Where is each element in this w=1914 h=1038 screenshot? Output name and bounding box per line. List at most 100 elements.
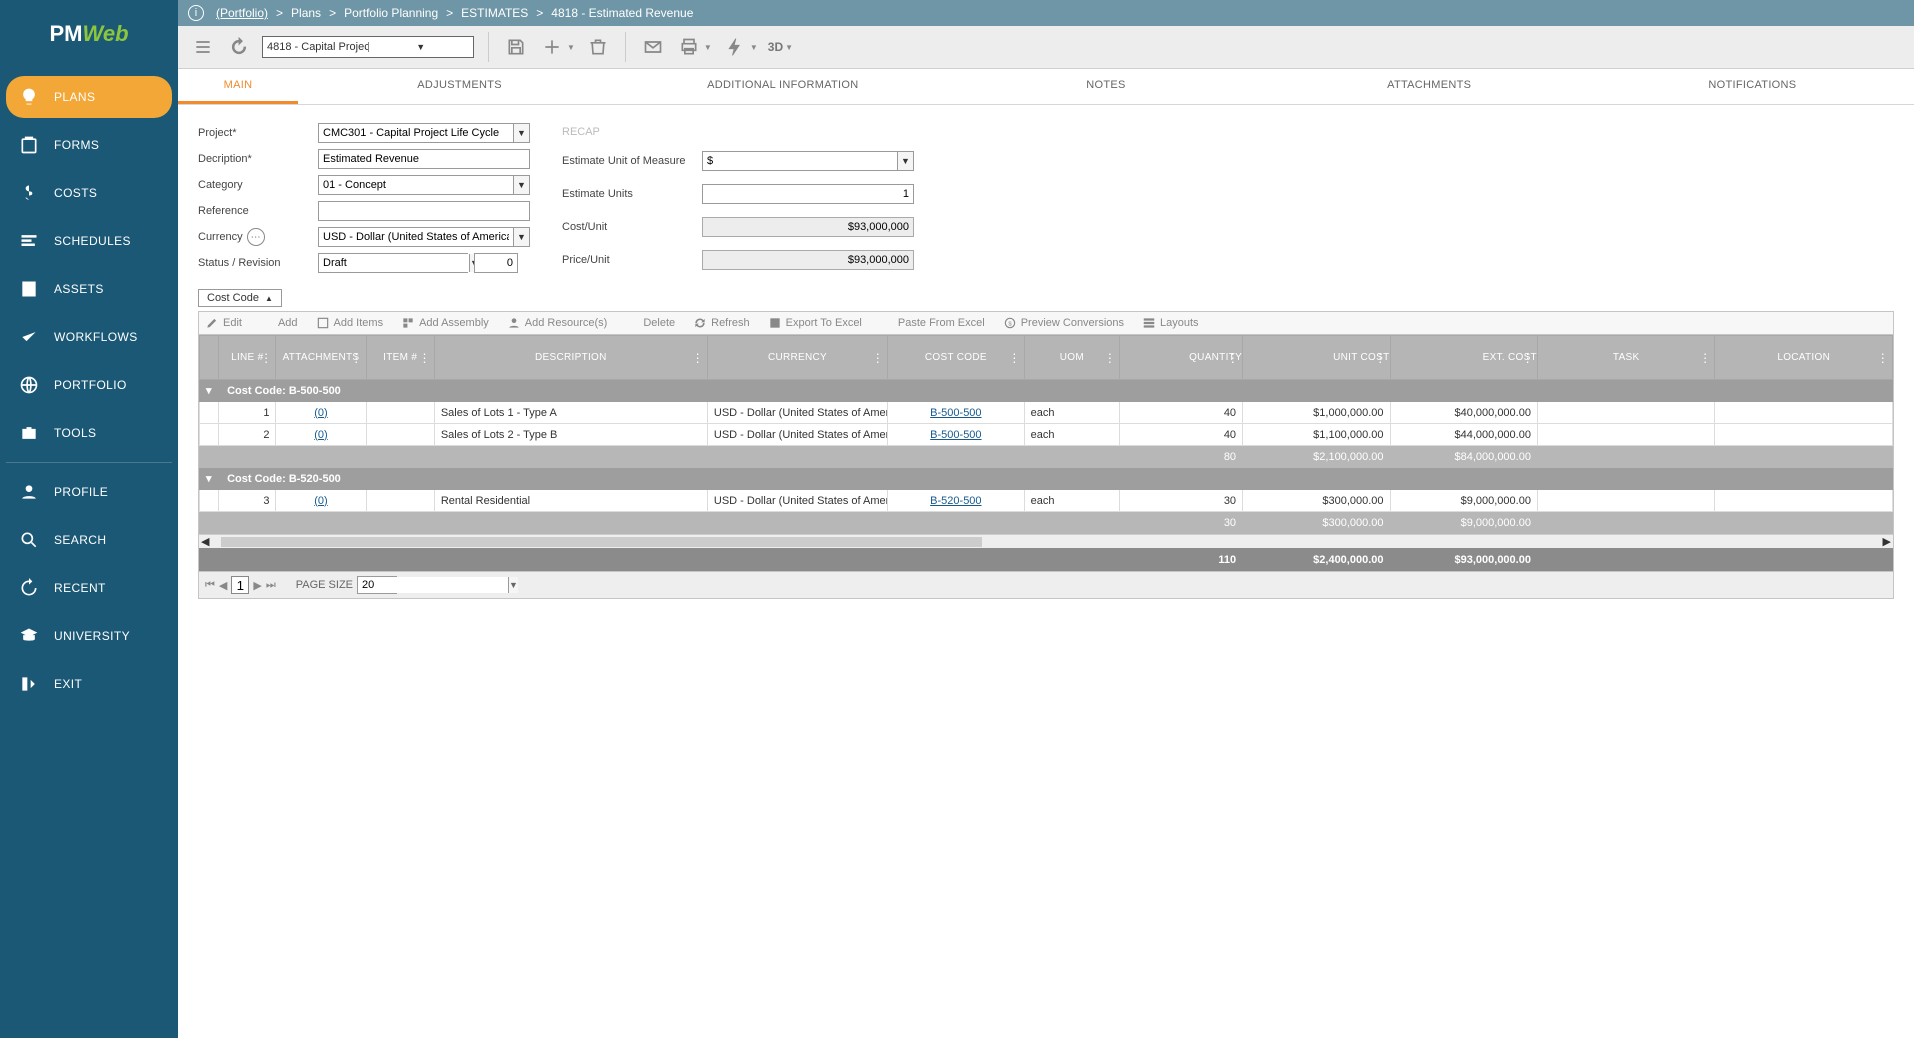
reference-field[interactable] — [318, 201, 530, 221]
col-unit-cost[interactable]: UNIT COST⋮ — [1243, 336, 1390, 380]
export-excel-button[interactable]: Export To Excel — [768, 316, 862, 330]
tab-adjustments[interactable]: ADJUSTMENTS — [298, 69, 621, 104]
col-item[interactable]: ITEM #⋮ — [366, 336, 434, 380]
edit-button[interactable]: Edit — [205, 316, 242, 330]
list-icon[interactable] — [190, 34, 216, 60]
category-field[interactable]: ▼ — [318, 175, 530, 195]
col-location[interactable]: LOCATION⋮ — [1715, 336, 1893, 380]
add-items-button[interactable]: Add Items — [316, 316, 384, 330]
subtotal-row: 30$300,000.00$9,000,000.00 — [200, 512, 1893, 534]
chevron-down-icon[interactable]: ▼ — [748, 43, 758, 52]
col-attachments[interactable]: ATTACHMENTS⋮ — [276, 336, 366, 380]
breadcrumb-item[interactable]: Portfolio Planning — [344, 6, 438, 20]
col-ext-cost[interactable]: EXT. COST⋮ — [1390, 336, 1537, 380]
delete-icon[interactable] — [585, 34, 611, 60]
sidebar-item-exit[interactable]: EXIT — [6, 663, 172, 705]
project-field[interactable]: ▼ — [318, 123, 530, 143]
attachments-link[interactable]: (0) — [276, 402, 366, 424]
cost-code-link[interactable]: B-500-500 — [888, 424, 1025, 446]
cost-code-link[interactable]: B-500-500 — [888, 402, 1025, 424]
sidebar-item-forms[interactable]: FORMS — [6, 124, 172, 166]
delete-button[interactable]: Delete — [625, 316, 675, 330]
breadcrumb-portfolio[interactable]: (Portfolio) — [216, 6, 268, 20]
bolt-icon[interactable] — [722, 34, 748, 60]
col-description[interactable]: DESCRIPTION⋮ — [434, 336, 707, 380]
sidebar-item-recent[interactable]: RECENT — [6, 567, 172, 609]
first-page-icon[interactable]: ⏮ — [205, 579, 215, 592]
chevron-down-icon[interactable]: ▼ — [513, 124, 529, 142]
print-icon[interactable] — [676, 34, 702, 60]
sidebar-item-assets[interactable]: ASSETS — [6, 268, 172, 310]
tab-main[interactable]: MAIN — [178, 69, 298, 104]
estimate-uom-field[interactable]: ▼ — [702, 151, 914, 171]
chevron-down-icon[interactable]: ▼ — [508, 577, 518, 593]
col-quantity[interactable]: QUANTITY⋮ — [1120, 336, 1243, 380]
currency-field[interactable]: ▼ — [318, 227, 530, 247]
info-icon[interactable]: i — [188, 5, 204, 21]
chevron-down-icon[interactable]: ▼ — [513, 176, 529, 194]
breadcrumb-item[interactable]: Plans — [291, 6, 321, 20]
layouts-button[interactable]: Layouts — [1142, 316, 1199, 330]
cost-code-link[interactable]: B-520-500 — [888, 490, 1025, 512]
sidebar-item-portfolio[interactable]: PORTFOLIO — [6, 364, 172, 406]
sidebar-item-schedules[interactable]: SCHEDULES — [6, 220, 172, 262]
description-field[interactable] — [318, 149, 530, 169]
chevron-down-icon[interactable]: ▼ — [897, 152, 913, 170]
sidebar-item-plans[interactable]: PLANS — [6, 76, 172, 118]
col-cost-code[interactable]: COST CODE⋮ — [888, 336, 1025, 380]
bars-icon — [16, 228, 42, 254]
group-by-chip[interactable]: Cost Code ▲ — [198, 289, 282, 307]
chevron-down-icon[interactable]: ▼ — [513, 228, 529, 246]
svg-text:$: $ — [1008, 321, 1012, 327]
prev-page-icon[interactable]: ◀ — [219, 579, 227, 592]
sidebar-item-search[interactable]: SEARCH — [6, 519, 172, 561]
add-resource-button[interactable]: Add Resource(s) — [507, 316, 608, 330]
tab-additional-information[interactable]: ADDITIONAL INFORMATION — [621, 69, 944, 104]
save-icon[interactable] — [503, 34, 529, 60]
record-selector[interactable]: 4818 - Capital Project Life Cycle - E ▼ — [262, 36, 474, 58]
mail-icon[interactable] — [640, 34, 666, 60]
table-row[interactable]: 3 (0) Rental Residential USD - Dollar (U… — [200, 490, 1893, 512]
next-page-icon[interactable]: ▶ — [253, 579, 261, 592]
sidebar-item-tools[interactable]: TOOLS — [6, 412, 172, 454]
chevron-down-icon[interactable]: ▼ — [783, 43, 793, 52]
page-number-input[interactable] — [231, 576, 249, 594]
add-button[interactable]: Add — [260, 316, 298, 330]
refresh-button[interactable]: Refresh — [693, 316, 750, 330]
add-icon[interactable] — [539, 34, 565, 60]
attachments-link[interactable]: (0) — [276, 424, 366, 446]
sidebar-item-costs[interactable]: COSTS — [6, 172, 172, 214]
add-assembly-button[interactable]: Add Assembly — [401, 316, 489, 330]
three-d-button[interactable]: 3D — [768, 34, 783, 60]
tab-attachments[interactable]: ATTACHMENTS — [1268, 69, 1591, 104]
table-row[interactable]: 2 (0) Sales of Lots 2 - Type B USD - Dol… — [200, 424, 1893, 446]
estimate-units-field[interactable] — [702, 184, 914, 204]
col-task[interactable]: TASK⋮ — [1537, 336, 1714, 380]
table-row[interactable]: 1 (0) Sales of Lots 1 - Type A USD - Dol… — [200, 402, 1893, 424]
chevron-down-icon[interactable]: ▼ — [565, 43, 575, 52]
chevron-down-icon[interactable]: ▼ — [702, 43, 712, 52]
more-icon[interactable]: ⋯ — [247, 228, 265, 246]
sidebar-item-university[interactable]: UNIVERSITY — [6, 615, 172, 657]
page-size-select[interactable]: ▼ — [357, 576, 397, 594]
col-uom[interactable]: UOM⋮ — [1024, 336, 1120, 380]
history-icon[interactable] — [226, 34, 252, 60]
chevron-down-icon[interactable]: ▼ — [368, 42, 474, 52]
sidebar-item-profile[interactable]: PROFILE — [6, 471, 172, 513]
tab-notes[interactable]: NOTES — [944, 69, 1267, 104]
attachments-link[interactable]: (0) — [276, 490, 366, 512]
status-field[interactable]: ▼ — [318, 253, 468, 273]
sidebar-item-workflows[interactable]: WORKFLOWS — [6, 316, 172, 358]
group-row[interactable]: ▾Cost Code: B-520-500 — [200, 468, 1893, 490]
revision-field[interactable] — [474, 253, 518, 273]
preview-conversions-button[interactable]: $Preview Conversions — [1003, 316, 1124, 330]
col-currency[interactable]: CURRENCY⋮ — [707, 336, 887, 380]
tab-notifications[interactable]: NOTIFICATIONS — [1591, 69, 1914, 104]
col-line[interactable]: LINE #⋮ — [219, 336, 276, 380]
group-row[interactable]: ▾Cost Code: B-500-500 — [200, 380, 1893, 402]
col-select[interactable] — [200, 336, 219, 380]
horizontal-scrollbar[interactable]: ◀▶ — [199, 534, 1893, 548]
last-page-icon[interactable]: ⏭ — [266, 579, 276, 592]
breadcrumb-item[interactable]: ESTIMATES — [461, 6, 528, 20]
paste-excel-button[interactable]: Paste From Excel — [880, 316, 985, 330]
